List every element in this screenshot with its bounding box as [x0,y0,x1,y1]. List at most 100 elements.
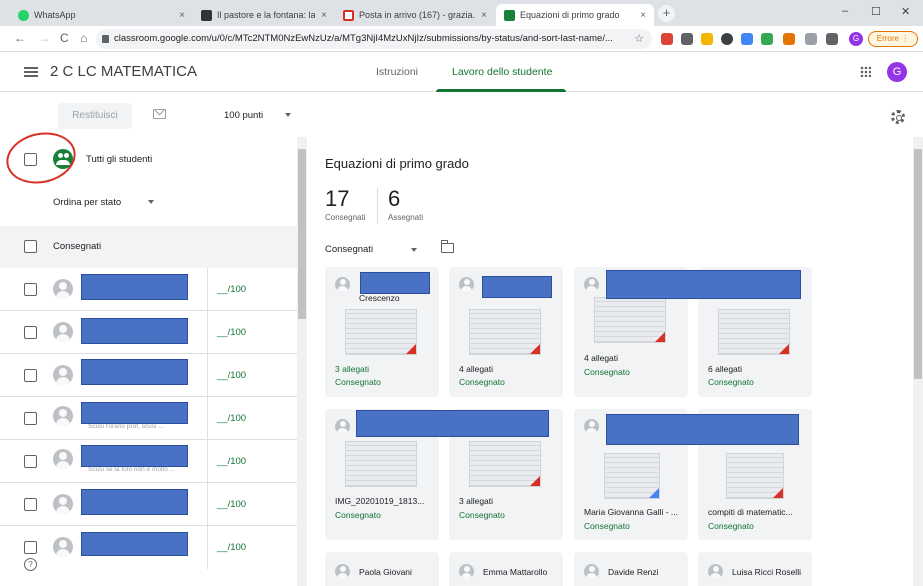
extension-icon[interactable] [661,33,673,45]
help-icon[interactable]: ? [24,558,37,571]
status-label: Consegnato [708,377,754,387]
folder-icon[interactable] [440,240,454,253]
attachment-thumbnail[interactable] [594,297,666,343]
scrollbar-thumb[interactable] [914,149,922,379]
tab-istruzioni[interactable]: Istruzioni [376,66,418,78]
extension-icon[interactable] [741,33,753,45]
scrollbar-thumb[interactable] [298,149,306,319]
section-header-consegnati: Consegnati [0,226,297,268]
grade-field[interactable]: __/100 [217,456,246,467]
row-checkbox[interactable] [24,326,37,339]
redacted-name [81,402,188,424]
section-checkbox[interactable] [24,240,37,253]
attachment-thumbnail[interactable] [718,309,790,355]
apps-grid-icon[interactable] [860,66,871,77]
row-checkbox[interactable] [24,412,37,425]
grade-field[interactable]: __/100 [217,413,246,424]
close-window-button[interactable]: ✕ [901,5,910,18]
browser-tab-gmail[interactable]: Posta in arrivo (167) - grazia.cotr × [335,4,495,26]
grade-field[interactable]: __/100 [217,499,246,510]
grade-field[interactable]: __/100 [217,370,246,381]
browser-tab-classroom[interactable]: Equazioni di primo grado × [496,4,654,26]
redacted-name [81,318,188,344]
page-scrollbar[interactable] [913,137,923,586]
table-row[interactable]: __/100 [0,268,297,311]
tab-lavoro-studente[interactable]: Lavoro dello studente [452,66,552,78]
close-tab-icon[interactable]: × [481,10,487,21]
assignment-title: Equazioni di primo grado [325,156,469,171]
attachments-count: 4 allegati [459,364,494,374]
puzzle-icon[interactable] [826,33,838,45]
table-row[interactable]: __/100 [0,483,297,526]
minimize-button[interactable]: – [842,5,848,17]
sort-select[interactable]: Ordina per stato [53,197,154,208]
section-label: Consegnati [53,241,102,252]
extension-icon[interactable] [761,33,773,45]
submission-card[interactable]: Luisa Ricci Roselli [698,552,812,586]
browser-tab-pastore[interactable]: Il pastore e la fontana: la favola d × [193,4,335,26]
table-row[interactable]: Scusi se la foto non è molto ... __/100 [0,440,297,483]
back-icon[interactable]: ← [14,31,26,45]
menu-icon[interactable] [24,67,38,77]
status-filter-select[interactable]: Consegnati [325,244,373,255]
attachment-thumbnail[interactable] [469,441,541,487]
home-icon[interactable]: ⌂ [80,31,87,45]
attachment-thumbnail[interactable] [345,441,417,487]
table-row[interactable]: __/100 [0,526,297,569]
grade-field[interactable]: __/100 [217,542,246,553]
table-row[interactable]: Scusi l'orario prof, scusi ... __/100 [0,397,297,440]
grade-field[interactable]: __/100 [217,284,246,295]
browser-tab-whatsapp[interactable]: WhatsApp × [10,4,193,26]
maximize-button[interactable]: ☐ [871,5,881,18]
account-avatar[interactable]: G [887,62,907,82]
url-text: classroom.google.com/u/0/c/MTc2NTM0NzEwN… [114,33,613,44]
status-label: Consegnato [584,367,630,377]
error-badge[interactable]: Errore ⋮ [868,31,918,47]
row-checkbox[interactable] [24,498,37,511]
attachment-thumbnail[interactable] [726,453,784,499]
submission-card[interactable]: Davide Renzi [574,552,688,586]
email-icon[interactable] [153,109,166,119]
submission-card[interactable]: Emma Mattarollo [449,552,563,586]
new-tab-button[interactable]: + [658,5,675,22]
row-checkbox[interactable] [24,283,37,296]
extension-icon[interactable] [721,33,733,45]
attachment-thumbnail[interactable] [345,309,417,355]
extension-icon[interactable] [681,33,693,45]
row-checkbox[interactable] [24,541,37,554]
avatar [53,406,73,426]
table-row[interactable]: __/100 [0,311,297,354]
extension-icon[interactable] [783,33,795,45]
list-scrollbar[interactable] [297,137,307,586]
close-tab-icon[interactable]: × [179,10,185,21]
submission-card[interactable]: Paola Giovani [325,552,439,586]
private-comment-preview: Scusi l'orario prof, scusi ... [88,423,164,430]
attachment-thumbnail[interactable] [469,309,541,355]
close-tab-icon[interactable]: × [640,10,646,21]
mute-icon[interactable] [805,33,817,45]
grade-field[interactable]: __/100 [217,327,246,338]
table-row[interactable]: __/100 [0,354,297,397]
return-button[interactable]: Restituisci [58,103,132,129]
file-type-corner [779,344,789,354]
points-select[interactable]: 100 punti [224,110,294,121]
gear-icon[interactable] [891,110,905,124]
chevron-down-icon[interactable] [411,248,417,252]
row-checkbox[interactable] [24,369,37,382]
tab-title: Equazioni di primo grado [520,10,620,20]
redacted-name [81,489,188,515]
attachment-thumbnail[interactable] [604,453,660,499]
extension-icon[interactable] [701,33,713,45]
reload-icon[interactable]: C [60,31,69,45]
close-tab-icon[interactable]: × [321,10,327,21]
redacted-name [606,270,801,299]
classroom-header: 2 C LC MATEMATICA Istruzioni Lavoro dell… [0,52,923,92]
class-name[interactable]: 2 C LC MATEMATICA [50,63,197,80]
forward-icon[interactable]: → [38,31,50,45]
row-checkbox[interactable] [24,455,37,468]
status-label: Consegnato [459,510,505,520]
bookmark-star-icon[interactable]: ☆ [634,29,644,49]
browser-profile-avatar[interactable]: G [849,32,863,46]
avatar [53,279,73,299]
url-bar[interactable]: classroom.google.com/u/0/c/MTc2NTM0NzEwN… [96,29,652,49]
